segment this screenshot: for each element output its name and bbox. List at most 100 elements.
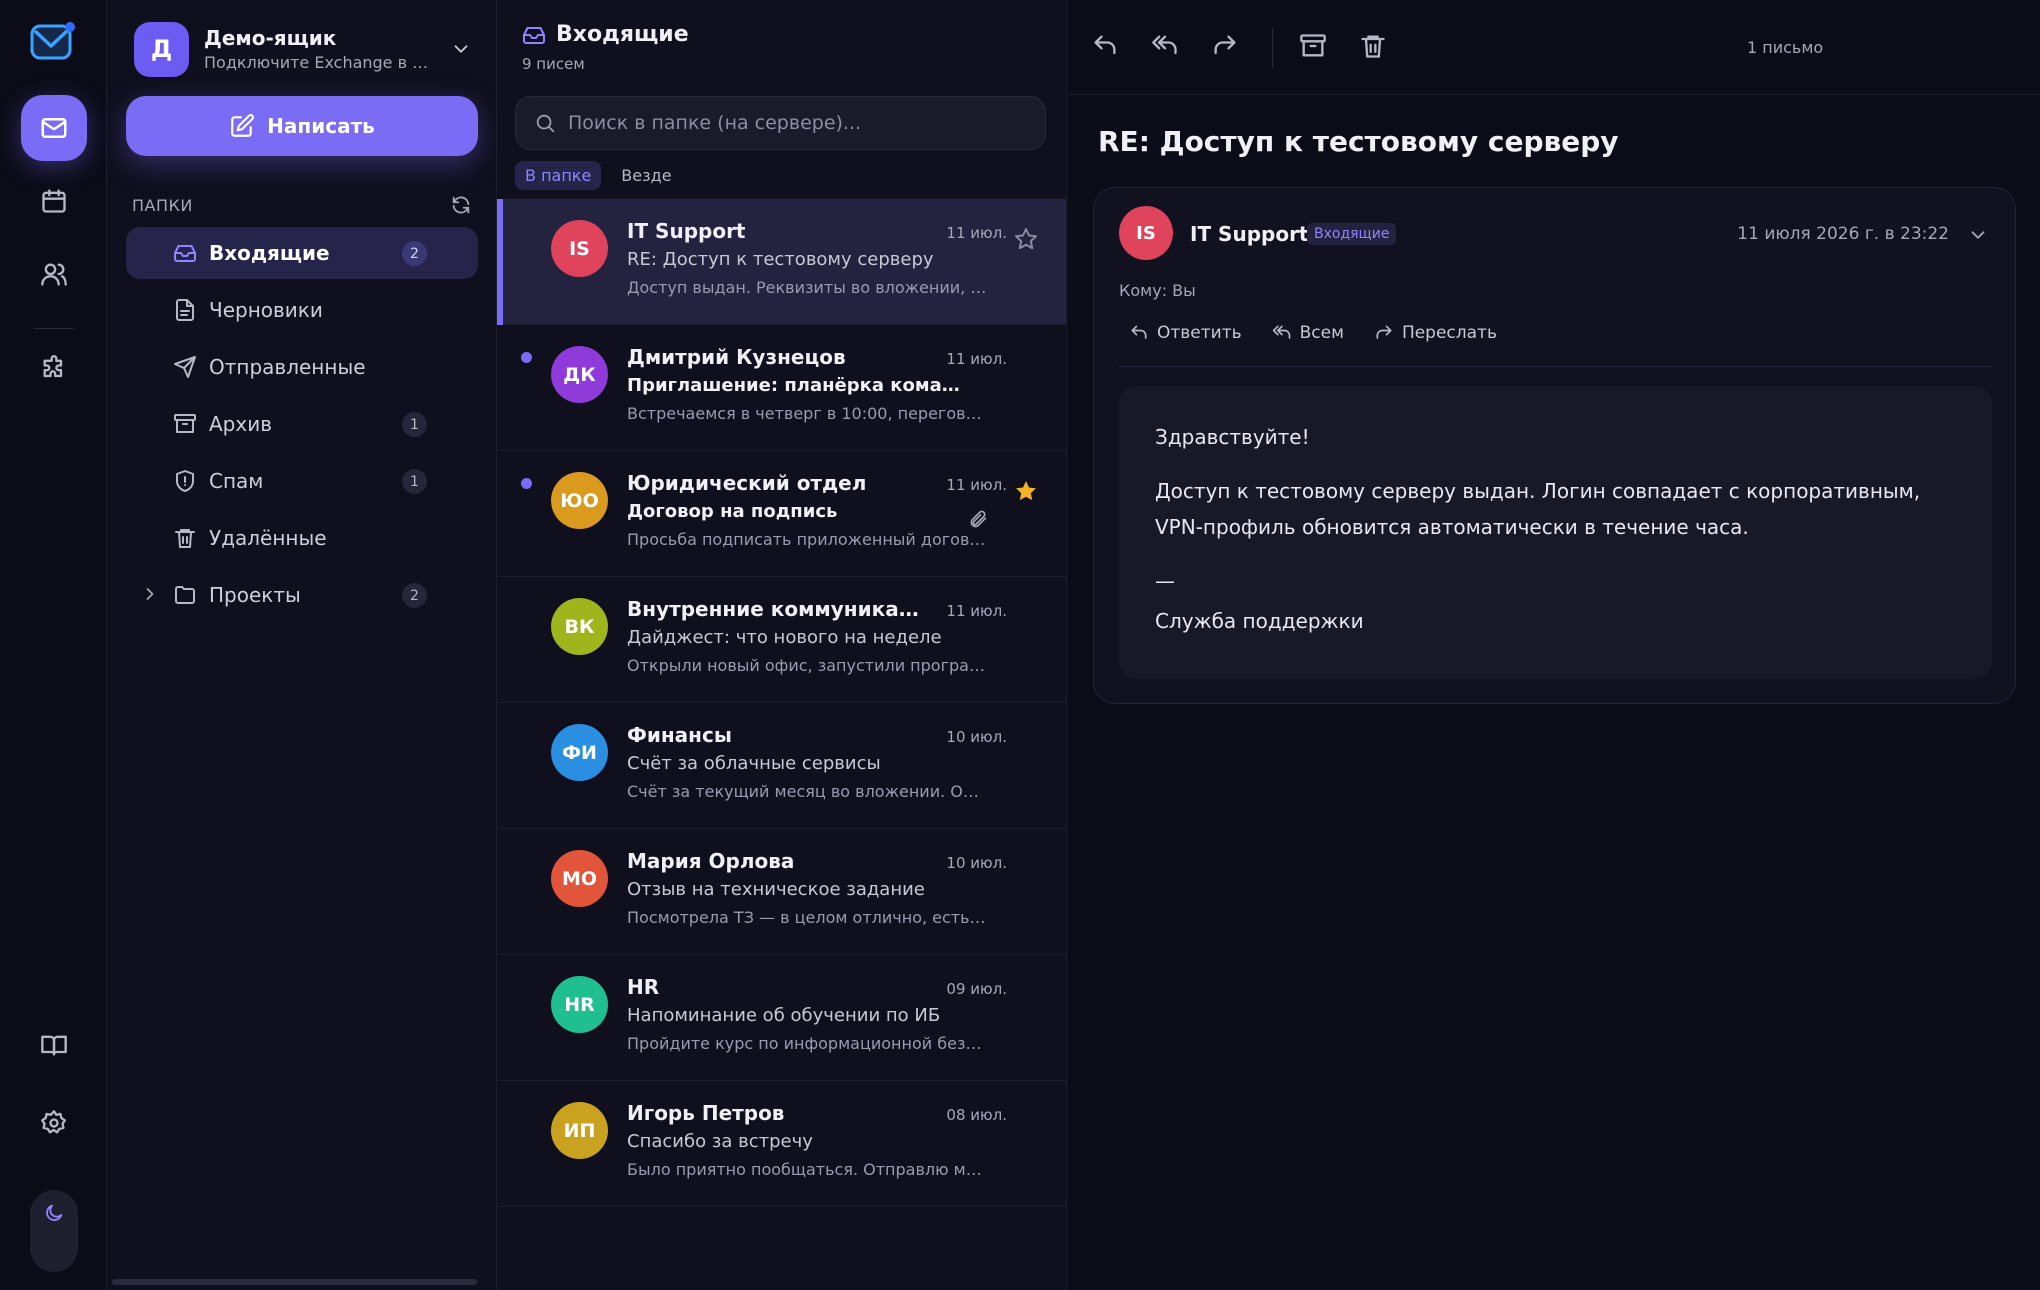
message-list-pane: Входящие 9 писем В папке Везде IS IT Supp… [497, 0, 1067, 1290]
row-date: 11 июл. [946, 224, 1007, 242]
message-date: 11 июля 2026 г. в 23:22 [1737, 224, 1949, 244]
row-preview: Просьба подписать приложенный договор до… [627, 530, 987, 549]
archive-icon[interactable] [1299, 32, 1329, 62]
row-subject: Счёт за облачные сервисы [627, 753, 881, 774]
thread-count: 1 письмо [1747, 38, 1824, 57]
paperclip-icon [968, 509, 988, 529]
folder-drafts[interactable]: Черновики [126, 284, 478, 336]
folder-sent[interactable]: Отправленные [126, 341, 478, 393]
reply-all-button[interactable]: Всем [1272, 323, 1344, 343]
row-preview: Встречаемся в четверг в 10:00, переговор… [627, 404, 987, 423]
folder-label: Входящие [209, 241, 330, 265]
row-subject: Приглашение: планёрка команды [627, 375, 967, 396]
toolbar-divider [1272, 28, 1273, 68]
search-input[interactable] [568, 112, 1028, 134]
folder-trash[interactable]: Удалённые [126, 512, 478, 564]
book-icon [40, 1031, 68, 1059]
settings-icon [40, 1109, 68, 1137]
row-subject: Спасибо за встречу [627, 1131, 813, 1152]
sender-avatar: МО [551, 850, 608, 907]
row-sender: Дмитрий Кузнецов [627, 345, 846, 369]
folder-label: Черновики [209, 298, 323, 322]
pencil-square-icon [229, 113, 255, 139]
row-subject: Отзыв на техническое задание [627, 879, 925, 900]
chevron-down-icon[interactable] [1967, 224, 1989, 246]
row-date: 11 июл. [946, 476, 1007, 494]
forward-button[interactable]: Переслать [1374, 323, 1497, 343]
rail-mail-button[interactable] [21, 95, 87, 161]
row-sender: IT Support [627, 219, 746, 243]
chevron-down-icon[interactable] [450, 38, 472, 60]
theme-toggle[interactable] [30, 1190, 78, 1272]
row-preview: Счёт за текущий месяц во вложении. Оплат… [627, 782, 987, 801]
folder-projects[interactable]: Проекты 2 [126, 569, 478, 621]
message-row[interactable]: МО Мария Орлова 10 июл. Отзыв на техническо… [497, 829, 1066, 955]
app-rail [0, 0, 107, 1290]
rail-plugins-button[interactable] [21, 336, 87, 402]
refresh-icon[interactable] [450, 194, 472, 216]
scope-everywhere[interactable]: Везде [611, 161, 681, 190]
sender-avatar: ЮО [551, 472, 608, 529]
row-subject: Договор на подпись [627, 501, 838, 522]
message-row[interactable]: ЮО Юридический отдел 11 июл. Договор на под… [497, 451, 1066, 577]
folder-label: Архив [209, 412, 272, 436]
folder-inbox[interactable]: Входящие 2 [126, 227, 478, 279]
folder-icon [173, 583, 197, 607]
message-card: IS IT Support Входящие 11 июля 2026 г. в… [1093, 187, 2016, 704]
sidebar-scrollbar[interactable] [112, 1279, 477, 1285]
account-switcher[interactable]: Д Демо-ящик Подключите Exchange в настро… [134, 20, 474, 78]
reply-button[interactable]: Ответить [1129, 323, 1242, 343]
compose-button[interactable]: Написать [126, 96, 478, 156]
body-text: Доступ к тестовому серверу выдан. Логин … [1155, 479, 1921, 539]
forward-icon [1374, 323, 1402, 343]
star-icon[interactable] [1014, 227, 1038, 251]
account-subtitle: Подключите Exchange в настройках [204, 53, 434, 72]
rail-docs-button[interactable] [21, 1012, 87, 1078]
rail-settings-button[interactable] [21, 1090, 87, 1156]
folders-sidebar: Д Демо-ящик Подключите Exchange в настро… [107, 0, 497, 1290]
folders-header: ПАПКИ [132, 193, 472, 217]
folder-label: Отправленные [209, 355, 366, 379]
reply-all-icon[interactable] [1151, 32, 1181, 62]
unread-indicator [521, 478, 532, 489]
app-logo[interactable] [30, 20, 77, 67]
rail-calendar-button[interactable] [21, 168, 87, 234]
search-box[interactable] [515, 96, 1046, 150]
folders-title: ПАПКИ [132, 195, 193, 215]
sender-avatar: HR [551, 976, 608, 1033]
reply-label: Ответить [1157, 323, 1242, 343]
inbox-icon [522, 23, 546, 47]
message-rows: IS IT Support 11 июл. RE: Доступ к тестовом… [497, 199, 1066, 1207]
signature: Служба поддержки [1155, 609, 1364, 633]
row-subject: Дайджест: что нового на неделе [627, 627, 942, 648]
reply-icon[interactable] [1091, 32, 1121, 62]
star-filled-icon[interactable] [1014, 479, 1038, 503]
folder-tag: Входящие [1307, 223, 1397, 245]
message-row[interactable]: ДК Дмитрий Кузнецов 11 июл. Приглашение: пл… [497, 325, 1066, 451]
folder-label: Проекты [209, 583, 301, 607]
scope-in-folder[interactable]: В папке [515, 161, 602, 190]
search-icon [534, 112, 556, 134]
row-preview: Открыли новый офис, запустили программу … [627, 656, 987, 675]
moon-icon [43, 1202, 65, 1272]
message-actions: Ответить Всем Переслать [1129, 323, 1497, 343]
chevron-right-icon[interactable] [140, 584, 160, 604]
message-divider [1119, 366, 1992, 367]
rail-contacts-button[interactable] [21, 241, 87, 307]
forward-icon[interactable] [1211, 32, 1241, 62]
message-row[interactable]: HR HR 09 июл. Напоминание об обучении по ИБ… [497, 955, 1066, 1081]
message-row[interactable]: ИП Игорь Петров 08 июл. Спасибо за встречу Б… [497, 1081, 1066, 1207]
sender-name[interactable]: IT Support [1190, 222, 1309, 246]
send-icon [173, 355, 197, 379]
row-date: 10 июл. [946, 728, 1007, 746]
message-row[interactable]: ФИ Финансы 10 июл. Счёт за облачные сервисы… [497, 703, 1066, 829]
row-sender: Игорь Петров [627, 1101, 785, 1125]
row-subject: Напоминание об обучении по ИБ [627, 1005, 941, 1026]
plugins-icon [40, 355, 68, 383]
row-date: 08 июл. [946, 1106, 1007, 1124]
message-row[interactable]: ВК Внутренние коммуникации 11 июл. Дайджест… [497, 577, 1066, 703]
folder-archive[interactable]: Архив 1 [126, 398, 478, 450]
trash-icon[interactable] [1359, 32, 1389, 62]
message-row[interactable]: IS IT Support 11 июл. RE: Доступ к тестовом… [497, 199, 1066, 325]
folder-spam[interactable]: Спам 1 [126, 455, 478, 507]
